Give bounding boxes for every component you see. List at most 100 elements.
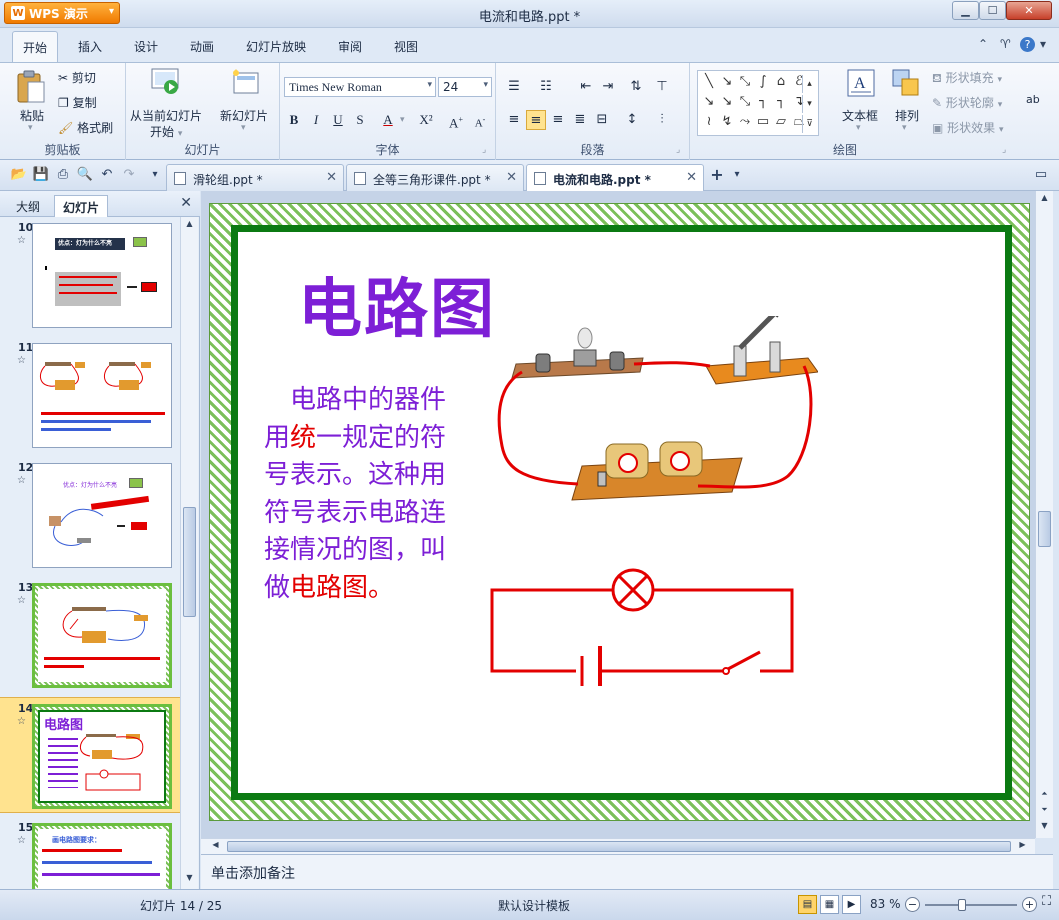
thumbnail-scrollbar[interactable]: ▲ ▼	[180, 217, 198, 889]
slide-body-text[interactable]: 电路中的器件用统一规定的符号表示。这种用符号表示电路连接情况的图，叫做电路图。	[264, 382, 460, 607]
italic-button[interactable]: I	[306, 110, 326, 130]
open-folder-icon[interactable]: 📂	[10, 166, 28, 184]
scroll-down-icon[interactable]: ▼	[1038, 821, 1051, 834]
tab-home[interactable]: 开始	[12, 31, 59, 62]
paste-button[interactable]	[14, 69, 48, 105]
bullets-icon[interactable]: ☰	[504, 77, 524, 97]
numbering-icon[interactable]: ☷	[536, 77, 556, 97]
tab-list-icon[interactable]: ▾	[728, 166, 746, 184]
connector-arrow-shape-icon[interactable]: ↘	[718, 93, 736, 111]
next-slide-icon[interactable]: ⏷	[1038, 805, 1051, 818]
from-current-slide-button[interactable]	[150, 67, 182, 97]
textbox-dropdown-icon[interactable]: ▾	[856, 123, 861, 133]
text-shadow-button[interactable]: S	[350, 110, 370, 130]
align-right-icon[interactable]: ≡	[548, 110, 568, 130]
line-spacing-icon[interactable]: ↕	[622, 110, 642, 130]
text-direction-icon[interactable]: ⇅	[626, 77, 646, 97]
fit-window-icon[interactable]: ⛶	[1042, 894, 1051, 909]
font-color-dropdown-icon[interactable]: ▾	[400, 115, 405, 125]
font-size-select[interactable]: 24 ▾	[438, 77, 492, 97]
align-text-icon[interactable]: ⊤	[652, 77, 672, 97]
new-slide-dropdown-icon[interactable]: ▾	[241, 123, 246, 133]
arrow-shape-icon[interactable]: ↘	[718, 73, 736, 91]
curve-shape-icon[interactable]: ∫	[754, 73, 772, 91]
tab-review[interactable]: 审阅	[338, 38, 362, 55]
print-preview-icon[interactable]: 🔍	[76, 166, 94, 184]
slide-horizontal-scrollbar[interactable]: ◀ ▶	[201, 838, 1035, 854]
close-panel-icon[interactable]: ✕	[180, 195, 192, 211]
grow-font-button[interactable]: A+	[446, 110, 466, 130]
rectangle-shape-icon[interactable]: ▭	[754, 113, 772, 131]
tab-slideshow[interactable]: 幻灯片放映	[246, 38, 306, 55]
slide-canvas[interactable]: 电路图 电路中的器件用统一规定的符号表示。这种用符号表示电路连接情况的图，叫做电…	[209, 203, 1030, 821]
align-left-icon[interactable]: ≡	[504, 110, 524, 130]
drawing-dialog-launcher-icon[interactable]: ⌟	[1002, 145, 1006, 155]
zoom-out-icon[interactable]: −	[905, 897, 920, 912]
tab-view[interactable]: 视图	[394, 38, 418, 55]
tab-outline[interactable]: 大纲	[8, 195, 48, 217]
notes-pane[interactable]: 单击添加备注	[201, 854, 1053, 889]
more-drawing-tools-icon[interactable]: ab	[1026, 93, 1040, 106]
elbow-double-arrow-icon[interactable]: ┐	[772, 93, 790, 111]
arrange-dropdown-icon[interactable]: ▾	[902, 123, 907, 133]
skin-icon[interactable]: ♈	[1000, 37, 1011, 51]
undo-icon[interactable]: ↶	[98, 166, 116, 184]
minimize-button[interactable]: ▁	[952, 1, 979, 20]
scrollbar-thumb[interactable]	[1038, 511, 1051, 547]
font-dialog-launcher-icon[interactable]: ⌟	[482, 145, 486, 155]
elbow-arrow-icon[interactable]: ┐	[754, 93, 772, 111]
double-arrow-shape-icon[interactable]: ⤡	[736, 73, 754, 91]
bold-button[interactable]: B	[284, 110, 304, 130]
scroll-left-icon[interactable]: ◀	[209, 840, 222, 853]
doc-tab-circuit[interactable]: 电流和电路.ppt * ✕	[526, 164, 704, 192]
tab-insert[interactable]: 插入	[78, 38, 102, 55]
paste-dropdown-icon[interactable]: ▾	[28, 123, 33, 133]
tab-layout-icon[interactable]: ▭	[1032, 166, 1050, 184]
ribbon-options-icon[interactable]: ▾	[1040, 37, 1046, 51]
elbow-connector-icon[interactable]: ⤡	[736, 93, 754, 111]
slideshow-view-icon[interactable]: ▶	[842, 895, 861, 914]
gallery-down-icon[interactable]: ▾	[802, 95, 816, 113]
align-center-icon[interactable]: ≡	[526, 110, 546, 130]
s-connector-icon[interactable]: ⤳	[736, 113, 754, 131]
help-icon[interactable]: ?	[1020, 37, 1035, 52]
slide-vertical-scrollbar[interactable]: ▲ ⏶ ⏷ ▼	[1035, 191, 1053, 838]
save-icon[interactable]: 💾	[32, 166, 50, 184]
tab-design[interactable]: 设计	[134, 38, 158, 55]
arrange-button[interactable]	[890, 67, 922, 99]
tab-slides[interactable]: 幻灯片	[54, 195, 109, 217]
decrease-indent-icon[interactable]: ⇤	[576, 77, 596, 97]
paragraph-dialog-launcher-icon[interactable]: ⌟	[676, 145, 680, 155]
new-tab-plus-icon[interactable]: +	[708, 166, 726, 184]
tab-animation[interactable]: 动画	[190, 38, 214, 55]
scroll-up-icon[interactable]: ▲	[1038, 193, 1051, 206]
slide-thumbnail-11[interactable]: 11 ☆	[0, 337, 180, 453]
slide-thumbnail-14[interactable]: 14 ☆ 电路图	[0, 697, 180, 813]
slide-thumbnail-15[interactable]: 15 ☆ 画电路图要求：	[0, 817, 180, 889]
underline-button[interactable]: U	[328, 110, 348, 130]
scrollbar-thumb[interactable]	[227, 841, 1011, 852]
shape-fill-button[interactable]: ⛾ 形状填充 ▾	[932, 69, 1002, 87]
slide-sorter-icon[interactable]: ▦	[820, 895, 839, 914]
copy-button[interactable]: ❐ 复制	[58, 94, 97, 111]
font-name-select[interactable]: Times New Roman ▾	[284, 77, 436, 97]
customize-toolbar-icon[interactable]: ▾	[146, 166, 164, 184]
zoom-slider-handle[interactable]	[958, 899, 966, 911]
connector-shape-icon[interactable]: ↘	[700, 93, 718, 111]
textbox-button[interactable]: A	[845, 67, 877, 99]
maximize-button[interactable]: ☐	[979, 1, 1006, 20]
parallelogram-shape-icon[interactable]: ▱	[772, 113, 790, 131]
zoom-slider-track[interactable]	[925, 904, 1017, 906]
slide-thumbnail-10[interactable]: 10 ☆ 优点：灯为什么不亮	[0, 217, 180, 333]
slide-thumbnail-13[interactable]: 13 ☆	[0, 577, 180, 693]
line-shape-icon[interactable]: ╲	[700, 73, 718, 91]
shape-outline-button[interactable]: ✎ 形状轮廓 ▾	[932, 94, 1002, 111]
doc-tab-pulley[interactable]: 滑轮组.ppt * ✕	[166, 164, 344, 191]
new-slide-button[interactable]	[230, 67, 262, 99]
close-tab-icon[interactable]: ✕	[326, 170, 337, 185]
collapse-ribbon-icon[interactable]: ⌃	[978, 37, 988, 51]
cut-button[interactable]: ✂ 剪切	[58, 69, 96, 86]
scrollbar-thumb[interactable]	[183, 507, 196, 617]
close-window-button[interactable]: ✕	[1006, 1, 1052, 20]
slide-thumbnail-12[interactable]: 12 ☆ 优点：灯为什么不亮	[0, 457, 180, 573]
